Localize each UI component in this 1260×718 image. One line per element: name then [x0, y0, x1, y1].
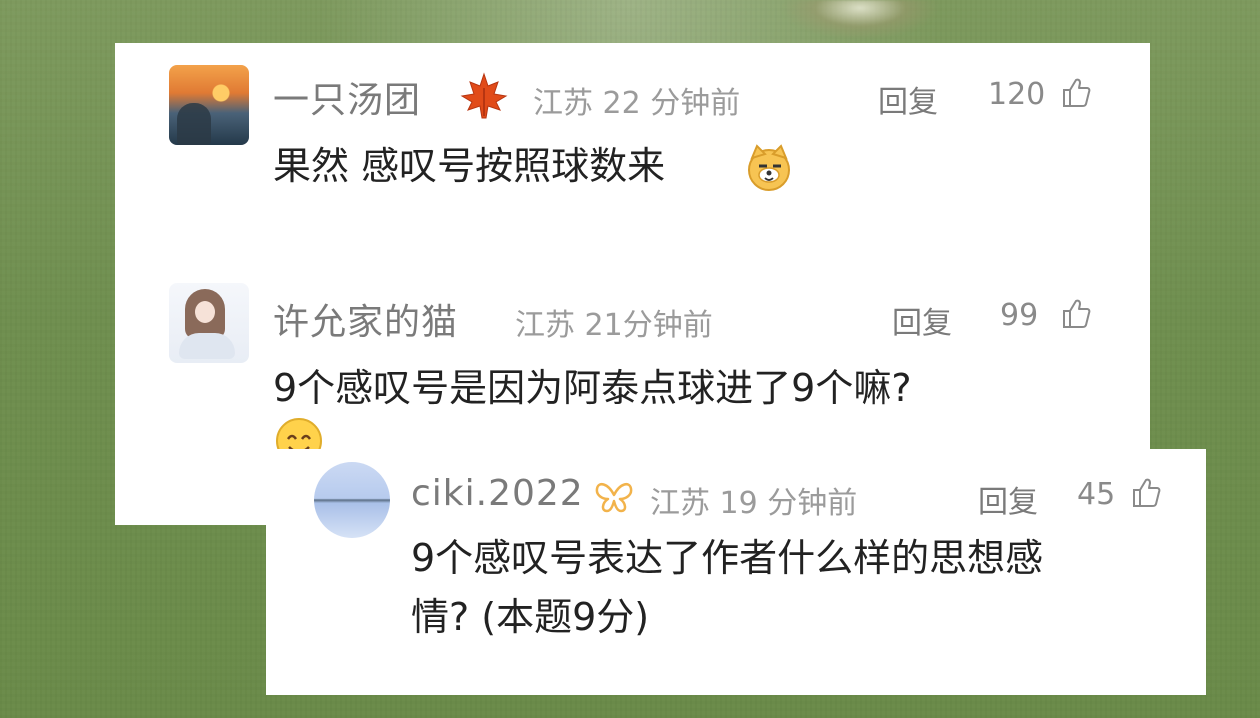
- comment-text: 果然 感叹号按照球数来: [273, 144, 666, 188]
- like-count: 99: [1000, 298, 1039, 333]
- background-player-blur: [780, 0, 940, 40]
- dog-face-emoji: [748, 144, 790, 191]
- comment-meta: 江苏 22 分钟前: [533, 78, 740, 122]
- avatar[interactable]: [314, 462, 390, 538]
- maple-leaf-icon: [460, 72, 508, 119]
- like-icon[interactable]: [1058, 297, 1092, 331]
- reply-location: 江苏: [650, 486, 710, 521]
- comment-location: 江苏: [533, 86, 593, 121]
- reply-text-line-2: 情? (本题9分): [411, 595, 650, 639]
- reply-button[interactable]: 回复: [978, 477, 1038, 521]
- avatar[interactable]: [169, 65, 249, 145]
- reply-button[interactable]: 回复: [892, 298, 952, 342]
- comment-username[interactable]: 一只汤团: [273, 71, 421, 123]
- reply-button[interactable]: 回复: [878, 77, 938, 121]
- comment-meta: 江苏 21分钟前: [515, 300, 713, 344]
- reply-text-line-1: 9个感叹号表达了作者什么样的思想感: [411, 536, 1044, 580]
- avatar-body: [179, 333, 235, 359]
- avatar-face: [195, 301, 215, 323]
- reply-card: ciki.2022 江苏 19 分钟前 回复 45 9个感叹号表达了作者什么样的…: [266, 449, 1206, 695]
- reply-meta: 江苏 19 分钟前: [650, 478, 857, 522]
- like-count: 45: [1077, 477, 1116, 512]
- avatar-silhouette: [177, 103, 211, 145]
- reply-time: 19 分钟前: [719, 486, 858, 521]
- avatar[interactable]: [169, 283, 249, 363]
- comment-location: 江苏: [515, 308, 575, 343]
- like-icon[interactable]: [1058, 76, 1092, 110]
- butterfly-icon: [595, 482, 633, 513]
- comment-username[interactable]: 许允家的猫: [273, 293, 458, 345]
- comment-text: 9个感叹号是因为阿泰点球进了9个嘛?: [273, 366, 912, 410]
- like-icon[interactable]: [1128, 476, 1162, 510]
- comment-time: 21分钟前: [584, 308, 713, 343]
- like-count: 120: [988, 77, 1046, 112]
- comment-time: 22 分钟前: [602, 86, 741, 121]
- reply-username[interactable]: ciki.2022: [411, 473, 584, 514]
